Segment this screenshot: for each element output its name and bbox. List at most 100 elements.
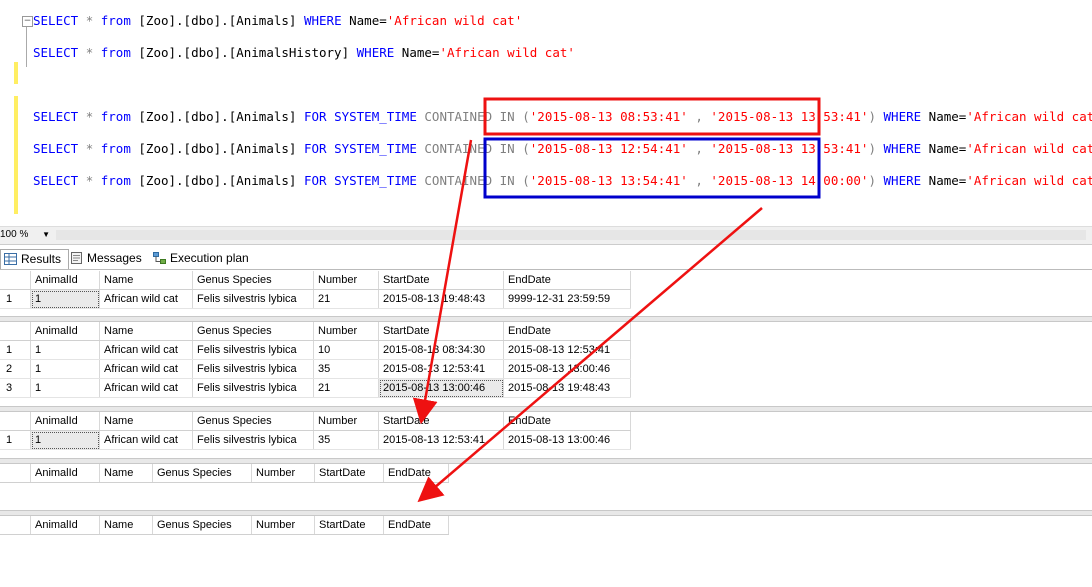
code-token: '2015-08-13 12:54:41' <box>529 141 696 156</box>
column-header[interactable]: Genus Species <box>192 412 314 431</box>
column-header[interactable]: Name <box>99 464 153 483</box>
column-header[interactable]: StartDate <box>378 271 504 290</box>
row-number[interactable]: 3 <box>0 378 31 398</box>
grid-cell[interactable]: African wild cat <box>99 340 193 360</box>
grid-cell[interactable]: 1 <box>30 340 100 360</box>
column-header[interactable]: Number <box>313 412 379 431</box>
zoom-dropdown[interactable]: 100 % ▼ <box>0 228 52 242</box>
column-header[interactable]: AnimalId <box>30 412 100 431</box>
grid-cell[interactable]: Felis silvestris lybica <box>192 340 314 360</box>
table-row[interactable]: 1 1 African wild cat Felis silvestris lybic… <box>0 289 631 309</box>
table-row[interactable]: 1 1 African wild cat Felis silvestris lybic… <box>0 340 631 360</box>
table-row[interactable]: 1 1 African wild cat Felis silvestris lybic… <box>0 430 631 450</box>
grid-cell[interactable]: African wild cat <box>99 378 193 398</box>
grid-cell[interactable]: Felis silvestris lybica <box>192 289 314 309</box>
grid-cell[interactable]: 10 <box>313 340 379 360</box>
grid-cell[interactable]: African wild cat <box>99 359 193 379</box>
row-number[interactable]: 1 <box>0 289 31 309</box>
column-header[interactable]: Number <box>251 464 315 483</box>
grid-cell[interactable]: 2015-08-13 13:00:46 <box>503 430 631 450</box>
column-header[interactable]: Name <box>99 412 193 431</box>
row-number-header[interactable] <box>0 322 31 341</box>
column-header[interactable]: Name <box>99 322 193 341</box>
code-line[interactable]: SELECT * from [Zoo].[dbo].[AnimalsHistor… <box>33 45 575 61</box>
column-header[interactable]: EndDate <box>503 322 631 341</box>
column-header[interactable]: Name <box>99 271 193 290</box>
table-row[interactable]: 3 1 African wild cat Felis silvestris lybic… <box>0 378 631 398</box>
grid-header-row: AnimalId Name Genus Species Number StartDate… <box>0 412 631 431</box>
grid-cell[interactable]: 2015-08-13 13:00:46 <box>503 359 631 379</box>
grid-cell[interactable]: 1 <box>30 378 100 398</box>
result-grid[interactable]: AnimalId Name Genus Species Number StartDate… <box>0 271 631 309</box>
code-line[interactable]: SELECT * from [Zoo].[dbo].[Animals] WHER… <box>33 13 522 29</box>
grid-cell[interactable]: 2015-08-13 19:48:43 <box>503 378 631 398</box>
grid-cell[interactable]: 2015-08-13 12:53:41 <box>503 340 631 360</box>
grid-header-row: AnimalId Name Genus Species Number StartDate… <box>0 516 449 535</box>
column-header[interactable]: AnimalId <box>30 271 100 290</box>
column-header[interactable]: Genus Species <box>192 271 314 290</box>
tab-execution-plan[interactable]: Execution plan <box>150 249 269 268</box>
row-number-header[interactable] <box>0 412 31 431</box>
results-tabs: Results Messages Execution plan <box>0 248 1092 270</box>
row-number-header[interactable] <box>0 271 31 290</box>
column-header[interactable]: StartDate <box>378 322 504 341</box>
row-number[interactable]: 1 <box>0 340 31 360</box>
column-header[interactable]: Number <box>313 271 379 290</box>
grid-cell[interactable]: Felis silvestris lybica <box>192 359 314 379</box>
table-row[interactable]: 2 1 African wild cat Felis silvestris lybic… <box>0 359 631 379</box>
column-header[interactable]: Number <box>251 516 315 535</box>
column-header[interactable]: AnimalId <box>30 464 100 483</box>
code-token: SELECT <box>33 109 86 124</box>
column-header[interactable]: EndDate <box>383 516 449 535</box>
grid-cell[interactable]: 21 <box>313 378 379 398</box>
code-token: WHERE <box>883 109 929 124</box>
code-line[interactable]: SELECT * from [Zoo].[dbo].[Animals] FOR … <box>33 173 1092 189</box>
column-header[interactable]: Genus Species <box>152 464 252 483</box>
grid-cell[interactable]: African wild cat <box>99 430 193 450</box>
column-header[interactable]: Genus Species <box>192 322 314 341</box>
code-token: ) <box>868 141 884 156</box>
result-grid[interactable]: AnimalId Name Genus Species Number StartDate… <box>0 322 631 398</box>
column-header[interactable]: StartDate <box>314 516 384 535</box>
grid-cell[interactable]: 21 <box>313 289 379 309</box>
column-header[interactable]: EndDate <box>503 271 631 290</box>
row-number-header[interactable] <box>0 516 31 535</box>
column-header[interactable]: AnimalId <box>30 516 100 535</box>
horizontal-scrollbar[interactable] <box>56 230 1086 240</box>
grid-cell[interactable]: 1 <box>30 430 100 450</box>
grid-cell[interactable]: 2015-08-13 12:53:41 <box>378 430 504 450</box>
grid-cell[interactable]: 2015-08-13 13:00:46 <box>378 378 504 398</box>
grid-cell[interactable]: 35 <box>313 430 379 450</box>
grid-cell[interactable]: 2015-08-13 08:34:30 <box>378 340 504 360</box>
grid-cell[interactable]: 2015-08-13 19:48:43 <box>378 289 504 309</box>
column-header[interactable]: AnimalId <box>30 322 100 341</box>
chevron-down-icon[interactable]: ▼ <box>42 228 50 242</box>
grid-cell[interactable]: 1 <box>30 359 100 379</box>
column-header[interactable]: Number <box>313 322 379 341</box>
column-header[interactable]: Genus Species <box>152 516 252 535</box>
change-margin-marker <box>14 62 18 84</box>
grid-cell[interactable]: Felis silvestris lybica <box>192 430 314 450</box>
code-line[interactable]: SELECT * from [Zoo].[dbo].[Animals] FOR … <box>33 109 1092 125</box>
grid-cell[interactable]: 9999-12-31 23:59:59 <box>503 289 631 309</box>
row-number[interactable]: 1 <box>0 430 31 450</box>
result-grid[interactable]: AnimalId Name Genus Species Number StartDate… <box>0 516 449 535</box>
query-editor[interactable]: − SELECT * from [Zoo].[dbo].[Animals] WH… <box>0 0 1092 226</box>
column-header[interactable]: Name <box>99 516 153 535</box>
row-number-header[interactable] <box>0 464 31 483</box>
grid-cell[interactable]: 2015-08-13 12:53:41 <box>378 359 504 379</box>
tab-results[interactable]: Results <box>0 249 69 269</box>
column-header[interactable]: StartDate <box>314 464 384 483</box>
grid-cell[interactable]: African wild cat <box>99 289 193 309</box>
column-header[interactable]: StartDate <box>378 412 504 431</box>
collapse-toggle-icon[interactable]: − <box>22 16 33 27</box>
grid-cell[interactable]: 35 <box>313 359 379 379</box>
column-header[interactable]: EndDate <box>503 412 631 431</box>
row-number[interactable]: 2 <box>0 359 31 379</box>
column-header[interactable]: EndDate <box>383 464 449 483</box>
result-grid[interactable]: AnimalId Name Genus Species Number StartDate… <box>0 464 449 483</box>
result-grid[interactable]: AnimalId Name Genus Species Number StartDate… <box>0 412 631 450</box>
code-line[interactable]: SELECT * from [Zoo].[dbo].[Animals] FOR … <box>33 141 1092 157</box>
grid-cell[interactable]: Felis silvestris lybica <box>192 378 314 398</box>
grid-cell[interactable]: 1 <box>30 289 100 309</box>
